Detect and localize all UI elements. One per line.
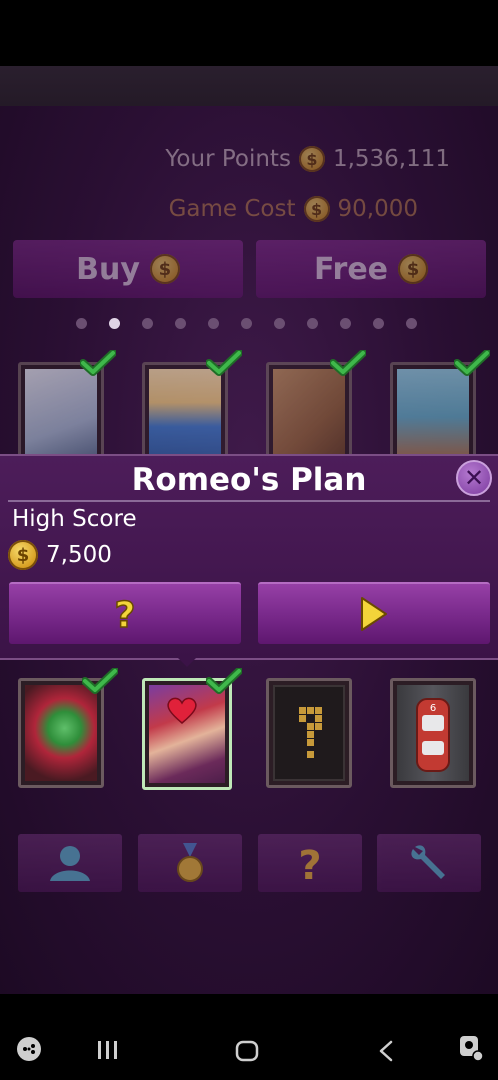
page-dot[interactable] [307,318,318,329]
profile-button[interactable] [18,834,122,892]
home-icon[interactable] [235,1040,259,1062]
settings-wrench-icon [411,845,445,879]
help-button[interactable]: ? [9,582,241,644]
page-dot[interactable] [208,318,219,329]
game-launcher-icon[interactable] [16,1036,42,1062]
buy-button[interactable]: Buy $ [13,240,243,298]
svg-text:?: ? [298,843,321,885]
buy-label: Buy [76,251,140,287]
page-dot[interactable] [142,318,153,329]
top-strip [0,66,498,106]
divider [8,500,490,502]
page-indicator[interactable] [76,318,417,329]
romeos-plan-level-card[interactable] [142,678,232,790]
profile-icon [50,846,90,881]
page-dot[interactable] [76,318,87,329]
locked-level-card[interactable] [266,678,352,788]
points-value: 1,536,111 [332,146,450,172]
page-dot[interactable] [175,318,186,329]
coin-icon: $ [298,146,325,172]
page-dot[interactable] [274,318,285,329]
check-icon [329,349,367,376]
race-car-level-card[interactable]: 6 [390,678,476,788]
page-dot[interactable] [373,318,384,329]
help-icon: ? [298,843,321,885]
points-label: Your Points [165,146,291,172]
check-icon [79,349,117,376]
help-menu-button[interactable]: ? [258,834,362,892]
svg-text:6: 6 [430,703,436,714]
selection-pointer [176,656,198,667]
level-info-panel: Romeo's Plan ✕ High Score $ 7,500 ? [0,454,498,660]
high-score-label: High Score [12,506,137,532]
settings-button[interactable] [377,834,481,892]
coin-icon: $ [149,254,180,284]
cost-value: 90,000 [337,196,418,222]
race-car-icon: 6 [416,698,450,772]
high-score: $ 7,500 [8,540,112,570]
question-mark-icon [299,707,322,758]
free-button[interactable]: Free $ [256,240,486,298]
cost-label: Game Cost [168,196,296,222]
coin-icon: $ [8,540,38,570]
check-icon [205,349,243,376]
check-icon [205,667,243,694]
free-label: Free [313,251,389,287]
question-mark-icon: ? [114,595,136,633]
coin-icon: $ [398,254,429,284]
heart-icon [167,697,197,724]
close-icon: ✕ [463,464,485,492]
high-score-value: 7,500 [46,542,112,568]
clown-level-card[interactable] [18,678,104,788]
play-icon [361,597,387,631]
page-dot[interactable] [406,318,417,329]
check-icon [81,667,119,694]
page-dot[interactable] [340,318,351,329]
status-bar [0,0,498,66]
medal-icon [177,843,203,882]
your-points: Your Points $ 1,536,111 [165,146,450,172]
svg-text:?: ? [115,595,136,633]
back-icon[interactable] [378,1040,394,1062]
level-title: Romeo's Plan [131,462,367,498]
accessibility-icon[interactable] [458,1034,484,1062]
check-icon [453,349,491,376]
page-dot[interactable] [109,318,120,329]
game-cost: Game Cost $ 90,000 [169,196,418,222]
coin-icon: $ [303,196,330,222]
close-button[interactable]: ✕ [456,460,492,496]
navigation-bar [0,994,498,1080]
play-button[interactable] [258,582,490,644]
page-dot[interactable] [241,318,252,329]
recent-apps-icon[interactable] [96,1040,120,1060]
achievements-button[interactable] [138,834,242,892]
